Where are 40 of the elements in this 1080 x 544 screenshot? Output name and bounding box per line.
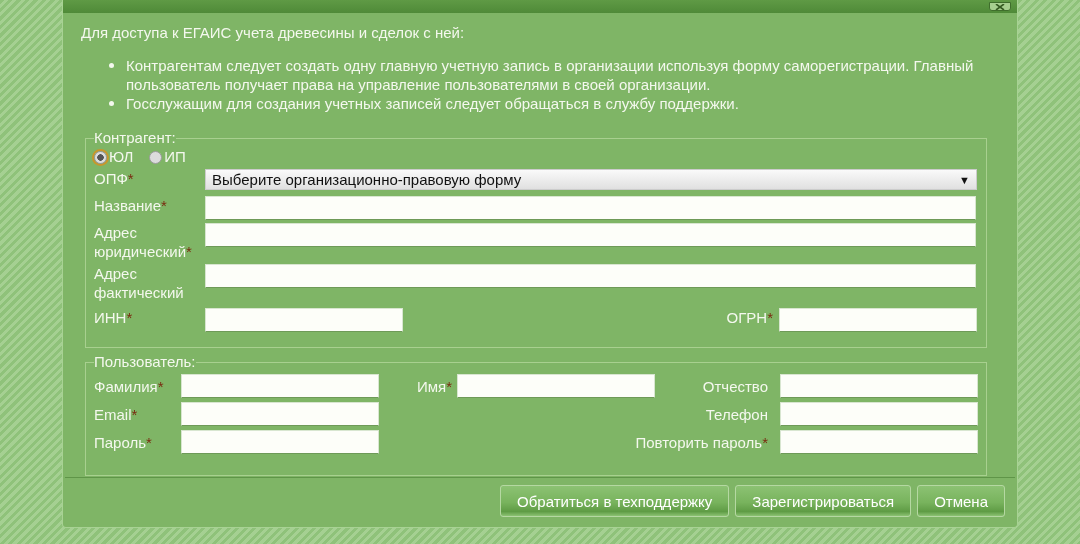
group-legend: Пользователь: xyxy=(94,354,196,370)
bullet-icon xyxy=(109,63,114,68)
dialog-button[interactable]: Обратиться в техподдержку xyxy=(500,485,730,517)
field-label: Название* xyxy=(94,196,168,215)
field-label: Адрес фактический xyxy=(94,264,185,302)
close-button[interactable] xyxy=(989,2,1011,11)
input-field[interactable] xyxy=(205,308,403,332)
field-label: Повторить пароль* xyxy=(635,433,768,451)
field-label: ОГРН* xyxy=(726,308,773,327)
field-label: Имя* xyxy=(417,377,454,395)
bullet-text: Контрагентам следует создать одну главную учетную запись в организации используя форму саморегистрации. Главный пользователь получает права на управление пользователями в своей организации. xyxy=(126,56,975,94)
field-label: Email* xyxy=(94,405,139,423)
field-label: ИНН* xyxy=(94,308,134,327)
input-field[interactable] xyxy=(780,430,978,454)
input-field[interactable] xyxy=(780,374,978,398)
input-field[interactable] xyxy=(181,402,379,426)
input-field[interactable] xyxy=(205,223,976,247)
input-field[interactable] xyxy=(779,308,977,332)
intro-text: Для доступа к ЕГАИС учета древесины и сделок с ней: xyxy=(81,23,466,42)
radio-option[interactable]: ИП xyxy=(149,148,186,166)
field-label: Пароль* xyxy=(94,433,153,451)
field-label: Телефон xyxy=(705,405,768,423)
dialog-button[interactable]: Отмена xyxy=(917,485,1005,517)
close-icon xyxy=(995,3,1005,10)
input-field[interactable] xyxy=(205,196,976,220)
input-field[interactable] xyxy=(780,402,978,426)
input-field[interactable] xyxy=(457,374,655,398)
input-field[interactable] xyxy=(181,374,379,398)
group-legend: Контрагент: xyxy=(94,130,176,146)
input-field[interactable] xyxy=(205,264,976,288)
field-label: Фамилия* xyxy=(94,377,165,395)
input-field[interactable] xyxy=(181,430,379,454)
dropdown-field[interactable]: Выберите организационно-правовую форму ▼ xyxy=(205,169,977,190)
field-label: Отчество xyxy=(702,377,768,395)
field-label: Адрес юридический* xyxy=(94,223,193,261)
bullet-icon xyxy=(109,101,114,106)
bullet-text: Госслужащим для создания учетных записей следует обращаться в службу поддержки. xyxy=(126,94,740,113)
field-label: ОПФ* xyxy=(94,169,135,188)
radio-option[interactable]: ЮЛ xyxy=(94,148,134,166)
dialog-button[interactable]: Зарегистрироваться xyxy=(735,485,912,517)
